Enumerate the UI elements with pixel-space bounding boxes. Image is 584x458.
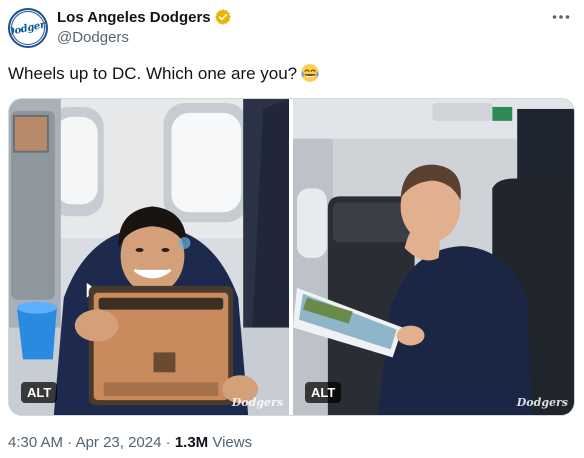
tweet[interactable]: Dodgers Los Angeles Dodgers @Dodgers Whe… <box>0 0 584 458</box>
face-with-tears-of-joy-icon <box>301 64 320 82</box>
handle[interactable]: @Dodgers <box>57 29 232 46</box>
meta-separator-2: · <box>165 434 171 451</box>
photo-1-alt-button[interactable]: ALT <box>21 382 58 403</box>
photo-1[interactable]: Dodgers ALT <box>9 99 290 415</box>
photo-2[interactable]: Dodgers ALT <box>293 99 574 415</box>
dodgers-logo-icon: Dodgers <box>8 11 48 45</box>
user-block: Los Angeles Dodgers @Dodgers <box>57 7 232 46</box>
media-grid[interactable]: Dodgers ALT Dodgers ALT <box>8 98 575 416</box>
avatar-logo-text: Dodgers <box>8 17 48 39</box>
tweet-meta: 4:30 AM · Apr 23, 2024 · 1.3M Views <box>8 434 252 451</box>
photo-1-image <box>9 99 290 415</box>
tweet-date[interactable]: Apr 23, 2024 <box>76 434 162 451</box>
display-name[interactable]: Los Angeles Dodgers <box>57 9 211 26</box>
verified-badge-icon <box>214 9 231 25</box>
tweet-text: Wheels up to DC. Which one are you? <box>8 63 320 85</box>
tweet-time[interactable]: 4:30 AM <box>8 434 63 451</box>
views-count[interactable]: 1.3M <box>175 434 208 451</box>
photo-2-alt-button[interactable]: ALT <box>305 382 342 403</box>
meta-separator-1: · <box>67 434 73 451</box>
views-label: Views <box>212 434 253 451</box>
avatar[interactable]: Dodgers <box>8 8 48 48</box>
tweet-text-body: Wheels up to DC. Which one are you? <box>8 64 298 83</box>
photo-1-watermark: Dodgers <box>231 396 284 409</box>
more-options-icon[interactable] <box>550 8 572 26</box>
photo-2-watermark: Dodgers <box>516 396 568 409</box>
photo-2-image <box>293 99 574 415</box>
